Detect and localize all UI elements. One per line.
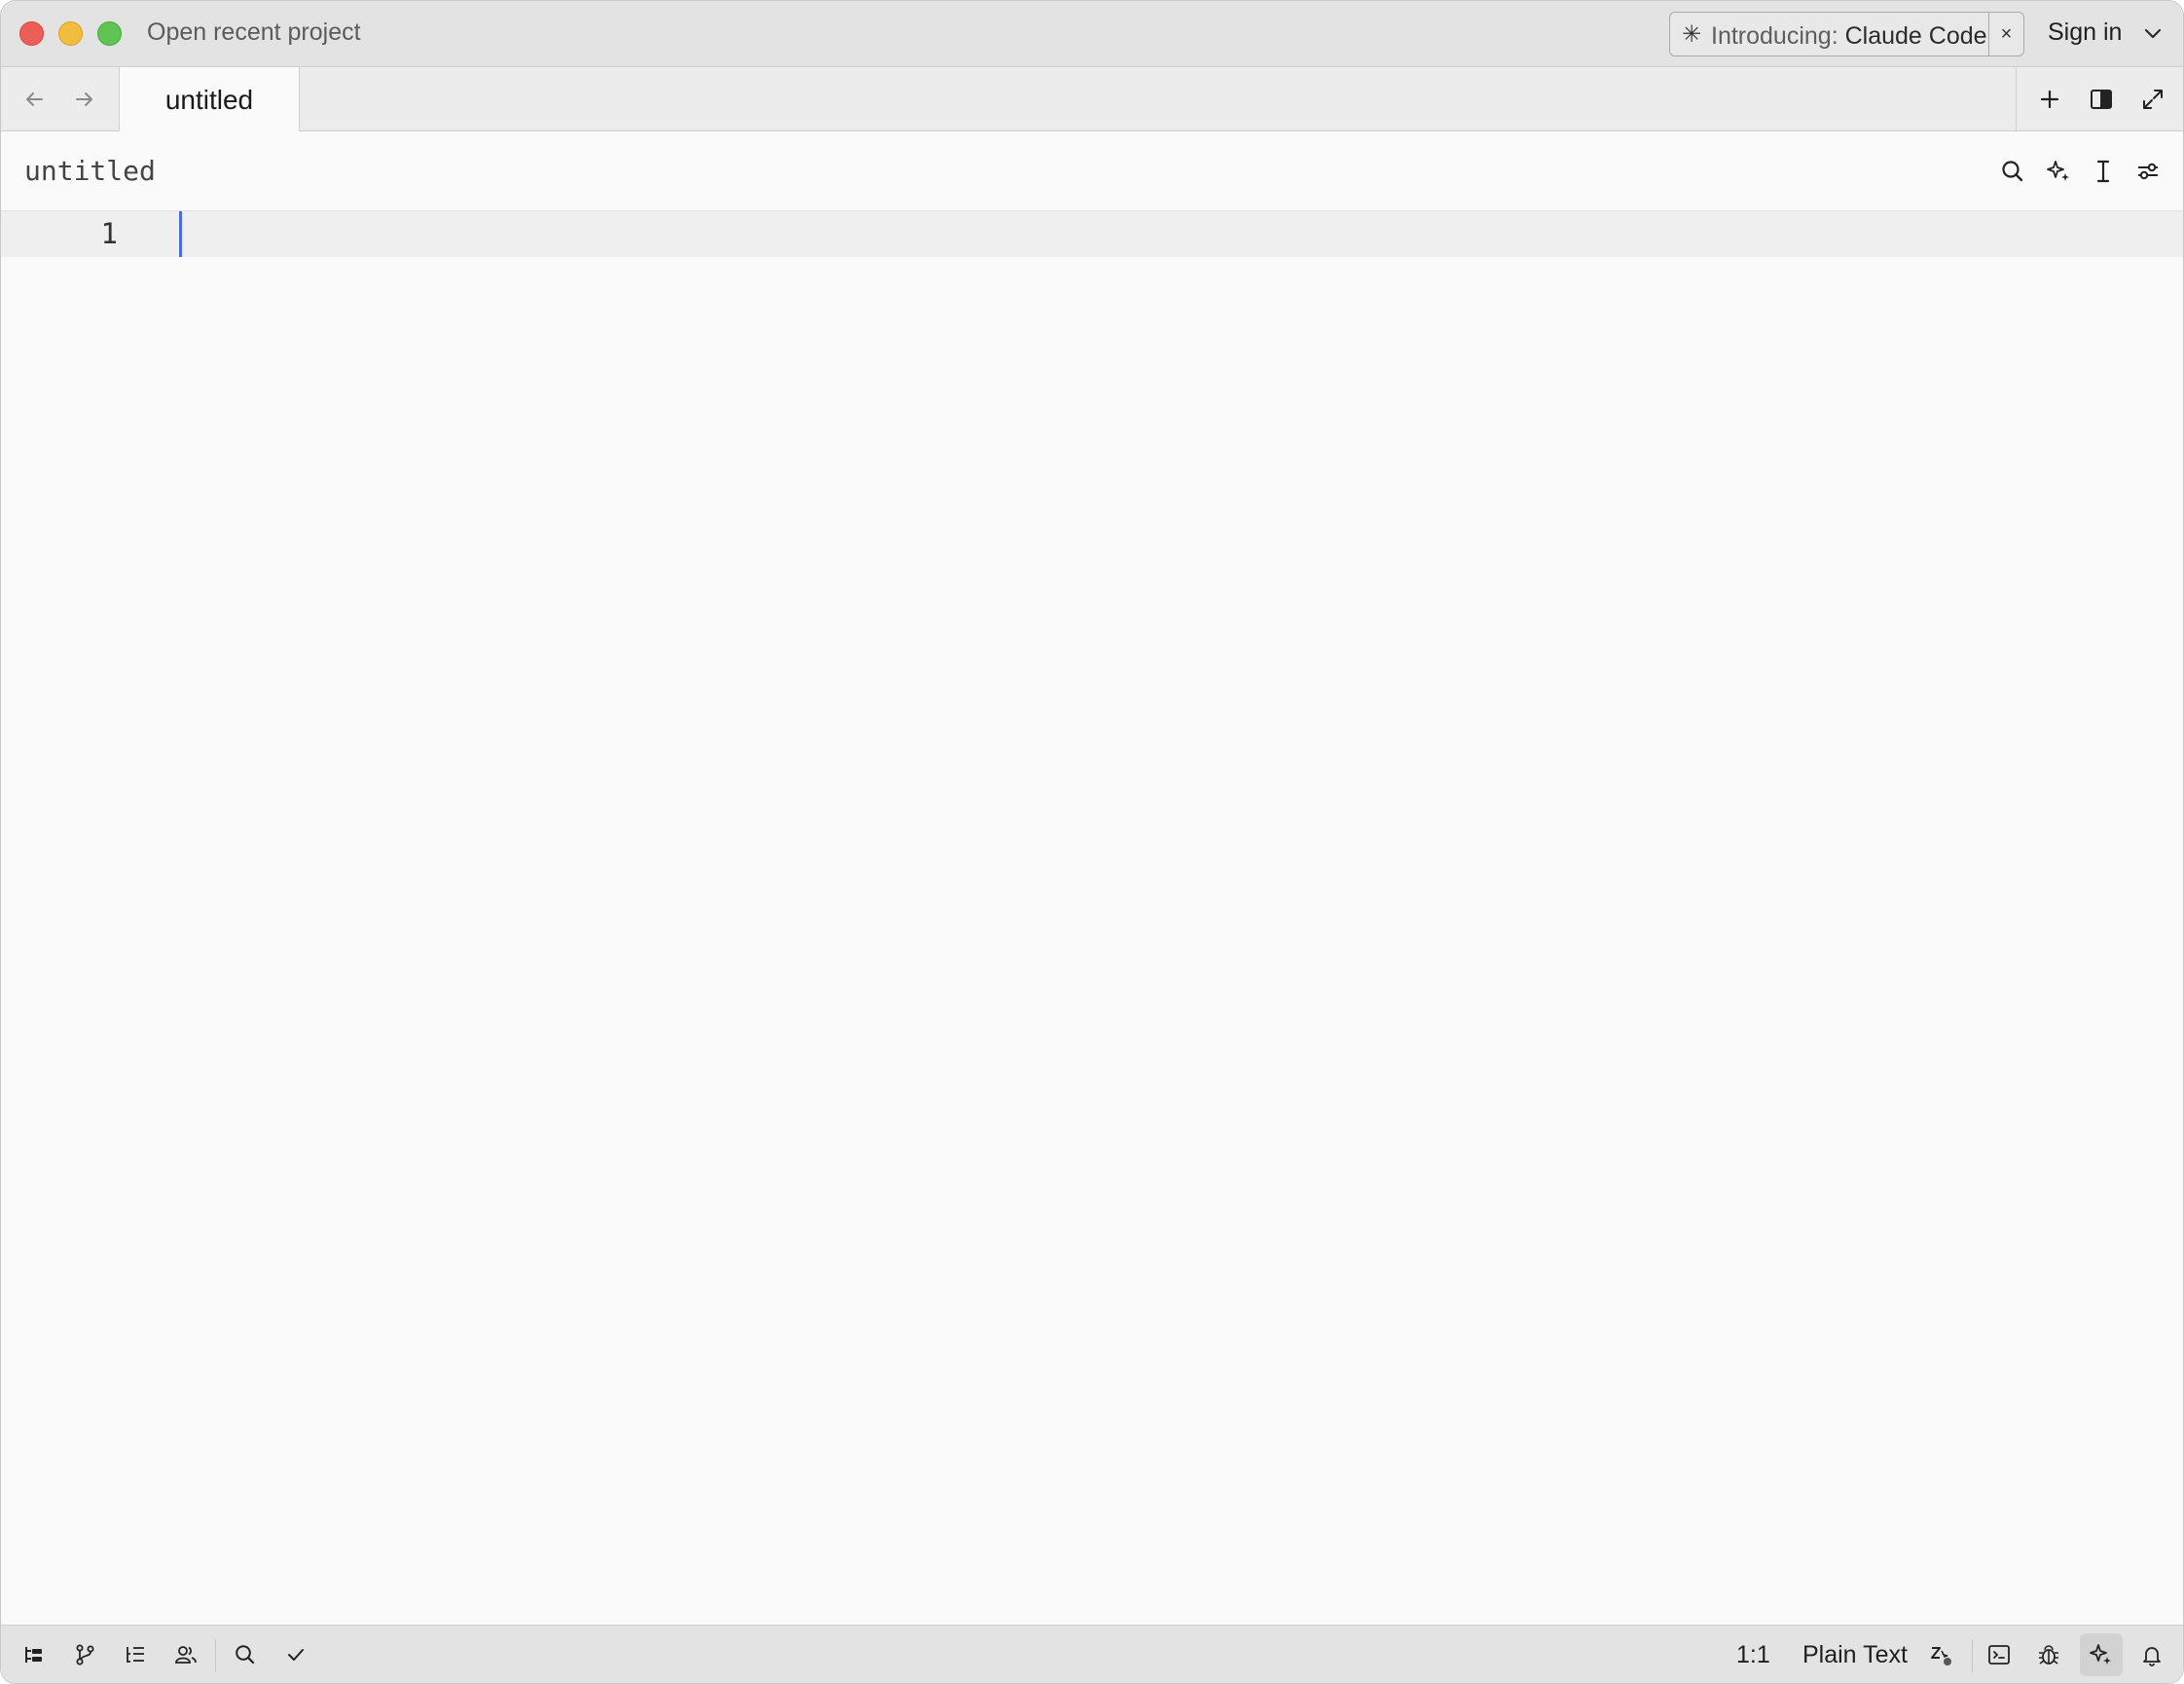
text-editor[interactable]: 1: [1, 211, 2183, 1625]
tab-label: untitled: [164, 85, 254, 115]
collaborators-icon[interactable]: [172, 1641, 200, 1668]
status-divider: [215, 1639, 216, 1672]
open-recent-project-button[interactable]: Open recent project: [147, 18, 361, 47]
text-cursor-icon[interactable]: [2089, 157, 2118, 186]
forward-arrow-icon[interactable]: [70, 85, 99, 114]
text-caret: [179, 211, 182, 257]
claude-code-banner-link[interactable]: ✳ Introducing: Claude Code: [1670, 13, 1988, 55]
editor-window: Open recent project ✳ Introducing: Claud…: [0, 0, 2184, 1684]
project-panel-icon[interactable]: [20, 1641, 48, 1668]
back-arrow-icon[interactable]: [19, 85, 49, 114]
plus-icon[interactable]: [2035, 85, 2064, 114]
window-maximize-button[interactable]: [97, 21, 122, 46]
window-minimize-button[interactable]: [58, 21, 83, 46]
banner-product: Claude Code: [1844, 22, 1987, 50]
git-branch-icon[interactable]: [71, 1641, 98, 1668]
terminal-icon[interactable]: [1985, 1641, 2013, 1668]
maximize-pane-icon[interactable]: [2138, 85, 2167, 114]
chevron-down-icon[interactable]: [2142, 24, 2164, 44]
title-bar: Open recent project ✳ Introducing: Claud…: [1, 1, 2183, 67]
tab-bar-divider: [2016, 67, 2017, 131]
status-divider: [1972, 1639, 1973, 1672]
split-pane-icon[interactable]: [2087, 85, 2116, 114]
cursor-position[interactable]: 1:1: [1736, 1641, 1770, 1669]
outline-icon[interactable]: [122, 1641, 149, 1668]
sparkle-icon[interactable]: [2044, 157, 2073, 186]
debug-icon[interactable]: [2035, 1641, 2062, 1668]
tab-untitled[interactable]: untitled: [119, 67, 300, 131]
search-icon[interactable]: [1998, 157, 2027, 186]
tab-bar: untitled: [1, 67, 2183, 131]
breadcrumb[interactable]: untitled: [24, 155, 156, 187]
language-selector[interactable]: Plain Text: [1802, 1641, 1908, 1669]
sliders-icon[interactable]: [2133, 157, 2163, 186]
window-close-button[interactable]: [19, 21, 44, 46]
edit-prediction-icon[interactable]: [1927, 1641, 1954, 1668]
banner-prefix: Introducing:: [1711, 22, 1838, 50]
sparkle-icon: ✳: [1682, 21, 1702, 48]
bell-icon[interactable]: [2138, 1641, 2166, 1668]
check-icon[interactable]: [282, 1641, 309, 1668]
status-bar: 1:1 Plain Text: [1, 1625, 2183, 1683]
editor-toolbar: untitled: [1, 131, 2183, 211]
search-icon[interactable]: [232, 1641, 259, 1668]
sign-in-button[interactable]: Sign in: [2048, 18, 2122, 47]
line-number: 1: [100, 217, 118, 250]
claude-code-banner: ✳ Introducing: Claude Code ×: [1669, 12, 2024, 56]
active-line-highlight: [1, 211, 2183, 257]
banner-close-button[interactable]: ×: [1989, 13, 2023, 55]
assistant-icon[interactable]: [2088, 1641, 2115, 1668]
